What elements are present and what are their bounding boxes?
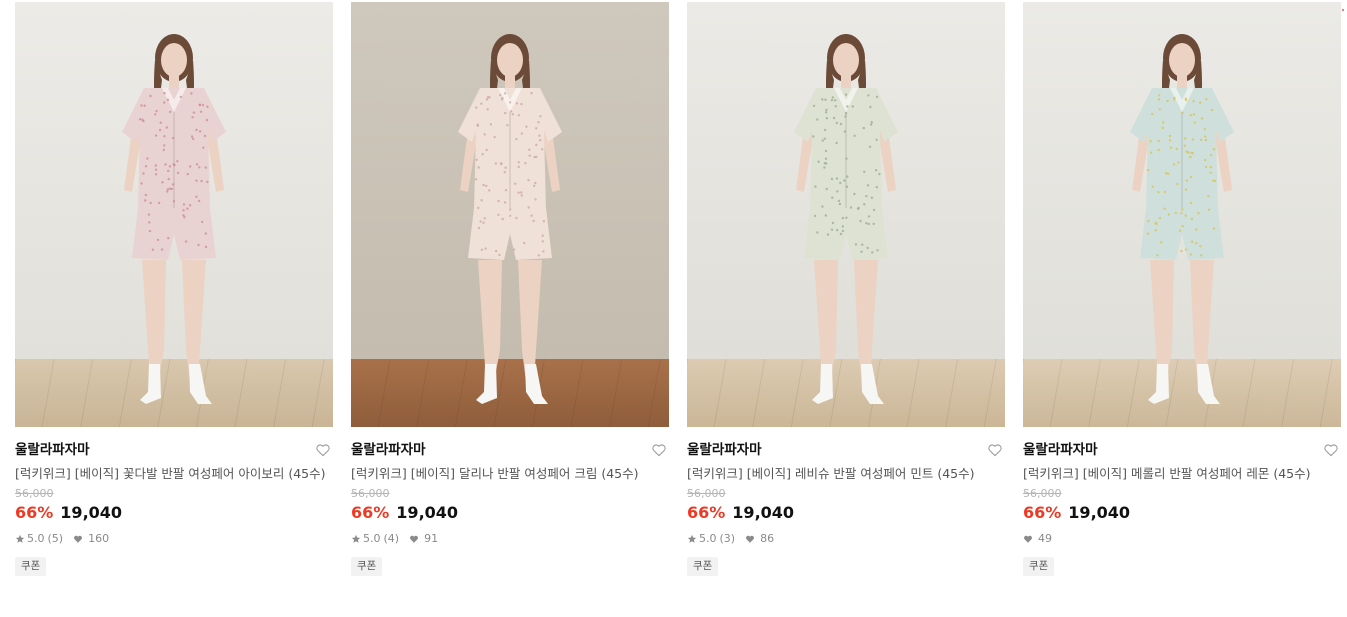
sale-price: 19,040: [60, 503, 123, 522]
indicator-dot: [1342, 9, 1344, 11]
coupon-badge: 쿠폰: [1023, 557, 1055, 576]
discount-rate: 66%: [687, 503, 726, 522]
heart-filled-icon: [746, 535, 755, 543]
sale-price: 19,040: [396, 503, 459, 522]
coupon-badge: 쿠폰: [15, 557, 47, 576]
product-name[interactable]: [럭키위크] [베이직] 달리나 반팔 여성페어 크림 (45수): [351, 464, 669, 483]
product-name[interactable]: [럭키위크] [베이직] 꽃다발 반팔 여성페어 아이보리 (45수): [15, 464, 333, 483]
heart-icon[interactable]: [1323, 442, 1339, 458]
product-info: 울랄라파자마 [럭키위크] [베이직] 달리나 반팔 여성페어 크림 (45수)…: [351, 427, 669, 576]
like-count: 86: [760, 532, 775, 545]
brand-name[interactable]: 울랄라파자마: [1023, 441, 1341, 459]
model-figure: [786, 20, 906, 420]
discount-rate: 66%: [15, 503, 54, 522]
review-meta: 49: [1023, 532, 1341, 546]
price-row: 66% 19,040: [687, 502, 1005, 524]
rating-score: 5.0: [27, 532, 45, 545]
heart-filled-icon: [410, 535, 419, 543]
product-card-3[interactable]: 울랄라파자마 [럭키위크] [베이직] 레비슈 반팔 여성페어 민트 (45수)…: [687, 2, 1005, 576]
product-image[interactable]: [15, 2, 333, 427]
product-image[interactable]: [351, 2, 669, 427]
review-meta: 5.0 (3) 86: [687, 532, 1005, 546]
product-card-4[interactable]: 울랄라파자마 [럭키위크] [베이직] 메롤리 반팔 여성페어 레몬 (45수)…: [1023, 2, 1341, 576]
star-icon: [687, 534, 697, 543]
brand-name[interactable]: 울랄라파자마: [15, 441, 333, 459]
original-price: 56,000: [351, 487, 390, 500]
like-count: 160: [88, 532, 110, 545]
price-row: 66% 19,040: [1023, 502, 1341, 524]
product-grid: 울랄라파자마 [럭키위크] [베이직] 꽃다발 반팔 여성페어 아이보리 (45…: [15, 2, 1341, 576]
price-row: 66% 19,040: [15, 502, 333, 524]
sale-price: 19,040: [1068, 503, 1131, 522]
heart-icon[interactable]: [651, 442, 667, 458]
original-price: 56,000: [1023, 487, 1062, 500]
review-meta: 5.0 (4) 91: [351, 532, 669, 546]
model-figure: [114, 20, 234, 420]
rating: 5.0 (4): [351, 532, 409, 546]
rating: 5.0 (5): [15, 532, 73, 546]
rating-score: 5.0: [363, 532, 381, 545]
heart-filled-icon: [74, 535, 83, 543]
like-count: 49: [1038, 532, 1052, 545]
product-image[interactable]: [1023, 2, 1341, 427]
brand-name[interactable]: 울랄라파자마: [687, 441, 1005, 459]
model-figure: [450, 20, 570, 420]
product-name[interactable]: [럭키위크] [베이직] 메롤리 반팔 여성페어 레몬 (45수): [1023, 464, 1341, 483]
rating-score: 5.0: [699, 532, 717, 545]
coupon-badge: 쿠폰: [687, 557, 719, 576]
product-info: 울랄라파자마 [럭키위크] [베이직] 꽃다발 반팔 여성페어 아이보리 (45…: [15, 427, 333, 576]
product-card-2[interactable]: 울랄라파자마 [럭키위크] [베이직] 달리나 반팔 여성페어 크림 (45수)…: [351, 2, 669, 576]
product-card-1[interactable]: 울랄라파자마 [럭키위크] [베이직] 꽃다발 반팔 여성페어 아이보리 (45…: [15, 2, 333, 576]
rating: 5.0 (3): [687, 532, 745, 546]
product-info: 울랄라파자마 [럭키위크] [베이직] 레비슈 반팔 여성페어 민트 (45수)…: [687, 427, 1005, 576]
original-price: 56,000: [15, 487, 54, 500]
heart-icon[interactable]: [315, 442, 331, 458]
product-name[interactable]: [럭키위크] [베이직] 레비슈 반팔 여성페어 민트 (45수): [687, 464, 1005, 483]
model-figure: [1122, 20, 1242, 420]
like-count: 91: [424, 532, 439, 545]
coupon-badge: 쿠폰: [351, 557, 383, 576]
brand-name[interactable]: 울랄라파자마: [351, 441, 669, 459]
star-icon: [351, 534, 361, 543]
sale-price: 19,040: [732, 503, 795, 522]
review-count: (5): [47, 532, 64, 545]
review-count: (3): [719, 532, 736, 545]
star-icon: [15, 534, 25, 543]
price-row: 66% 19,040: [351, 502, 669, 524]
product-image[interactable]: [687, 2, 1005, 427]
original-price: 56,000: [687, 487, 726, 500]
review-count: (4): [383, 532, 400, 545]
discount-rate: 66%: [1023, 503, 1062, 522]
heart-icon[interactable]: [987, 442, 1003, 458]
review-meta: 5.0 (5) 160: [15, 532, 333, 546]
heart-filled-icon: [1024, 535, 1032, 543]
product-info: 울랄라파자마 [럭키위크] [베이직] 메롤리 반팔 여성페어 레몬 (45수)…: [1023, 427, 1341, 576]
discount-rate: 66%: [351, 503, 390, 522]
